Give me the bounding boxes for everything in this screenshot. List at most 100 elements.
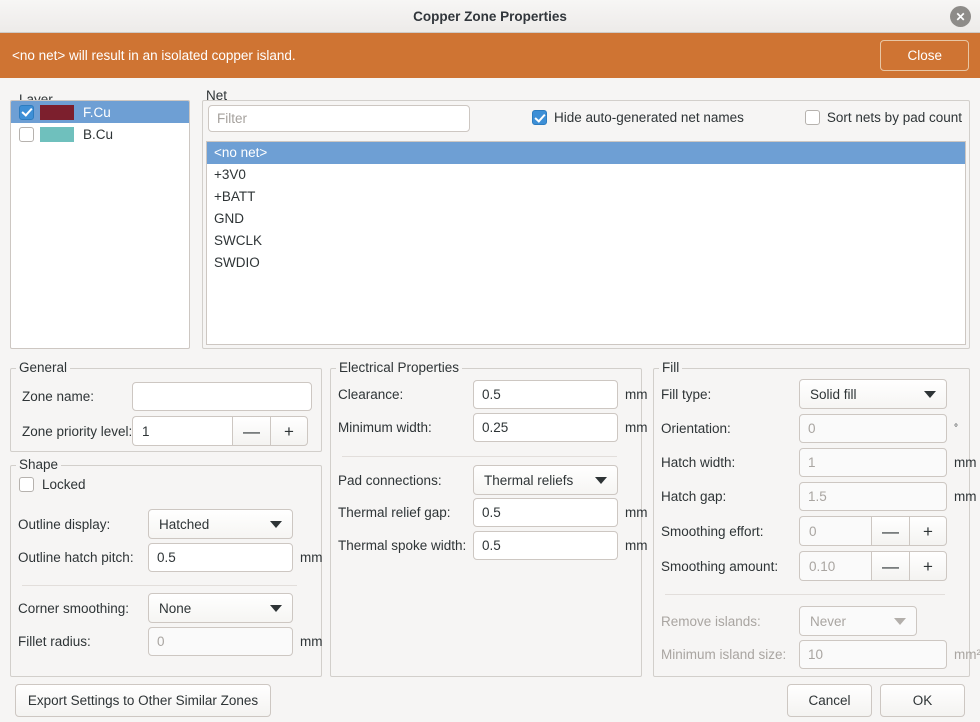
zone-priority-decrement-button[interactable]: — xyxy=(232,416,270,446)
export-settings-button[interactable]: Export Settings to Other Similar Zones xyxy=(15,684,271,717)
locked-checkbox[interactable]: Locked xyxy=(19,477,86,492)
fillet-radius-unit: mm xyxy=(300,634,323,649)
chevron-down-icon xyxy=(270,604,282,612)
thermal-relief-gap-input[interactable] xyxy=(473,498,618,527)
net-list-item[interactable]: <no net> xyxy=(207,142,965,164)
layer-item-label: B.Cu xyxy=(83,126,114,142)
hatch-width-input[interactable] xyxy=(799,448,947,477)
minimum-width-label: Minimum width: xyxy=(338,420,432,435)
hatch-gap-row: Hatch gap: mm xyxy=(661,482,977,511)
checkbox-box[interactable] xyxy=(19,477,34,492)
pad-connections-label: Pad connections: xyxy=(338,472,442,488)
sort-nets-label: Sort nets by pad count xyxy=(826,110,962,125)
layer-group: Layer F.Cu B.Cu xyxy=(10,92,190,349)
chevron-down-icon xyxy=(270,520,282,528)
smoothing-amount-increment-button[interactable]: + xyxy=(909,551,947,581)
sort-nets-by-pad-count-checkbox[interactable]: Sort nets by pad count xyxy=(804,110,962,125)
layer-checkbox-f-cu[interactable] xyxy=(19,104,34,120)
electrical-divider xyxy=(342,456,617,457)
smoothing-effort-value[interactable]: 0 xyxy=(799,516,871,546)
zone-name-input[interactable] xyxy=(132,382,312,411)
general-group: General Zone name: Zone priority level: … xyxy=(10,360,322,452)
layer-color-swatch xyxy=(40,104,74,120)
net-list-item[interactable]: SWDIO xyxy=(207,252,965,274)
hatch-width-row: Hatch width: mm xyxy=(661,448,977,477)
net-group: Hide auto-generated net names Sort nets … xyxy=(202,100,970,349)
fillet-radius-row: Fillet radius: mm xyxy=(18,627,323,656)
layer-checkbox-b-cu[interactable] xyxy=(19,126,34,142)
net-list[interactable]: <no net> +3V0 +BATT GND SWCLK SWDIO xyxy=(206,141,966,345)
net-list-item[interactable]: +3V0 xyxy=(207,164,965,186)
hatch-gap-input[interactable] xyxy=(799,482,947,511)
hatch-gap-label: Hatch gap: xyxy=(661,489,727,504)
smoothing-amount-stepper[interactable]: 0.10 — + xyxy=(799,551,947,581)
layer-list[interactable]: F.Cu B.Cu xyxy=(10,100,190,349)
zone-name-row: Zone name: xyxy=(22,382,312,411)
hatch-gap-unit: mm xyxy=(954,489,977,504)
minimum-island-size-label: Minimum island size: xyxy=(661,647,787,662)
pad-connections-select[interactable]: Thermal reliefs xyxy=(473,465,618,495)
close-icon[interactable]: ✕ xyxy=(950,6,971,27)
zone-priority-stepper[interactable]: 1 — + xyxy=(132,416,308,446)
orientation-unit: ° xyxy=(954,423,958,434)
hatch-width-label: Hatch width: xyxy=(661,455,736,470)
warning-infobar: <no net> will result in an isolated copp… xyxy=(0,33,980,78)
thermal-spoke-width-label: Thermal spoke width: xyxy=(338,538,467,553)
fill-divider xyxy=(665,594,945,595)
layer-color-swatch xyxy=(40,126,74,142)
fill-group-legend: Fill xyxy=(659,360,683,375)
fillet-radius-label: Fillet radius: xyxy=(18,634,91,649)
fillet-radius-input[interactable] xyxy=(148,627,293,656)
pad-connections-row: Pad connections: Thermal reliefs xyxy=(338,465,618,495)
smoothing-amount-value[interactable]: 0.10 xyxy=(799,551,871,581)
smoothing-effort-row: Smoothing effort: 0 — + xyxy=(661,516,947,546)
electrical-group-legend: Electrical Properties xyxy=(336,360,463,375)
minimum-width-input[interactable] xyxy=(473,413,618,442)
infobar-close-button[interactable]: Close xyxy=(880,40,969,71)
net-list-item[interactable]: GND xyxy=(207,208,965,230)
chevron-down-icon xyxy=(595,476,607,484)
layer-item-f-cu[interactable]: F.Cu xyxy=(11,101,189,123)
outline-hatch-pitch-label: Outline hatch pitch: xyxy=(18,550,134,565)
smoothing-effort-stepper[interactable]: 0 — + xyxy=(799,516,947,546)
fill-type-label: Fill type: xyxy=(661,386,712,402)
thermal-spoke-width-input[interactable] xyxy=(473,531,618,560)
minimum-width-unit: mm xyxy=(625,420,648,435)
ok-button[interactable]: OK xyxy=(880,684,965,717)
net-list-item[interactable]: +BATT xyxy=(207,186,965,208)
hide-auto-generated-checkbox[interactable]: Hide auto-generated net names xyxy=(532,110,744,125)
checkbox-box[interactable] xyxy=(804,110,820,125)
zone-priority-value[interactable]: 1 xyxy=(132,416,232,446)
layer-item-b-cu[interactable]: B.Cu xyxy=(11,123,189,145)
net-filter-input[interactable] xyxy=(208,105,470,132)
checkbox-box[interactable] xyxy=(532,110,547,125)
hatch-width-unit: mm xyxy=(954,455,977,470)
layer-item-label: F.Cu xyxy=(83,104,111,120)
orientation-input[interactable] xyxy=(799,414,947,443)
smoothing-effort-decrement-button[interactable]: — xyxy=(871,516,909,546)
page-title: Copper Zone Properties xyxy=(413,8,567,24)
net-list-item[interactable]: SWCLK xyxy=(207,230,965,252)
general-group-legend: General xyxy=(16,360,71,375)
minimum-island-size-input[interactable] xyxy=(799,640,947,669)
thermal-relief-gap-label: Thermal relief gap: xyxy=(338,505,451,520)
minimum-width-row: Minimum width: mm xyxy=(338,413,648,442)
thermal-relief-gap-row: Thermal relief gap: mm xyxy=(338,498,648,527)
outline-hatch-pitch-row: Outline hatch pitch: mm xyxy=(18,543,323,572)
clearance-input[interactable] xyxy=(473,380,618,409)
outline-hatch-pitch-input[interactable] xyxy=(148,543,293,572)
remove-islands-select[interactable]: Never xyxy=(799,606,917,636)
shape-divider xyxy=(22,585,297,586)
orientation-row: Orientation: ° xyxy=(661,414,958,443)
smoothing-effort-label: Smoothing effort: xyxy=(661,523,764,539)
clearance-label: Clearance: xyxy=(338,387,404,402)
smoothing-effort-increment-button[interactable]: + xyxy=(909,516,947,546)
corner-smoothing-select[interactable]: None xyxy=(148,593,293,623)
fill-type-select[interactable]: Solid fill xyxy=(799,379,947,409)
outline-display-select[interactable]: Hatched xyxy=(148,509,293,539)
cancel-button[interactable]: Cancel xyxy=(787,684,872,717)
electrical-properties-group: Electrical Properties Clearance: mm Mini… xyxy=(330,360,648,677)
smoothing-amount-decrement-button[interactable]: — xyxy=(871,551,909,581)
outline-display-row: Outline display: Hatched xyxy=(18,509,293,539)
zone-priority-increment-button[interactable]: + xyxy=(270,416,308,446)
